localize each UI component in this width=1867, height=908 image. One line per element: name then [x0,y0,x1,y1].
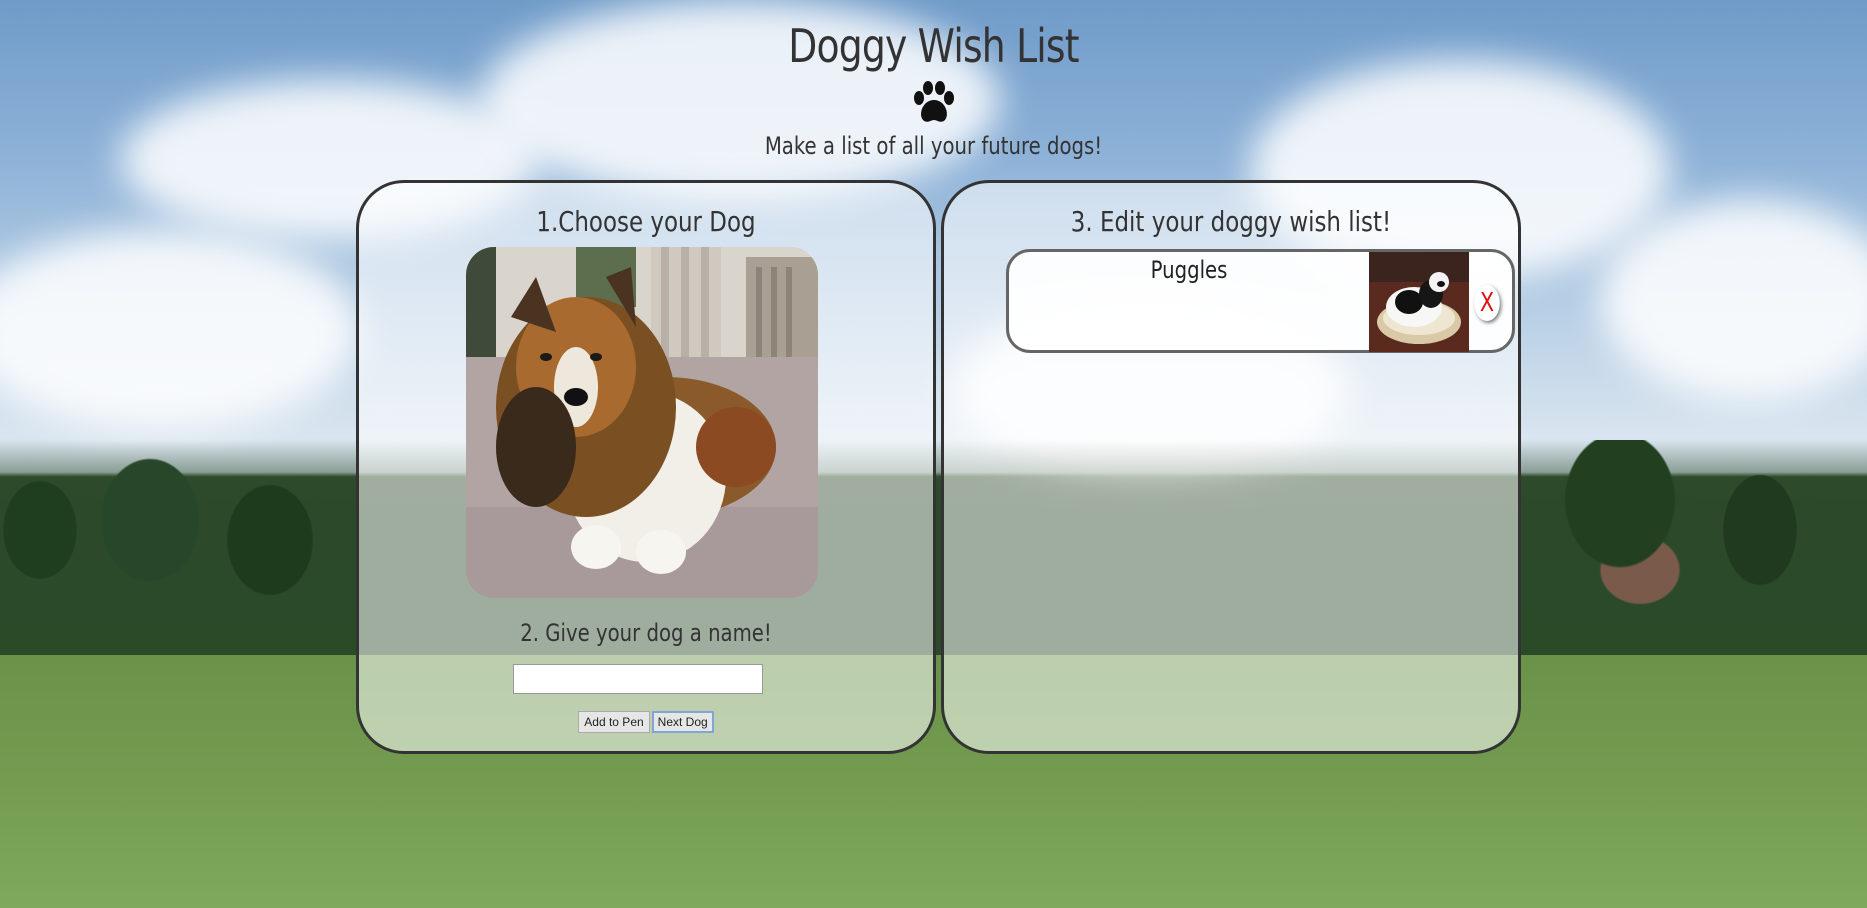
paw-icon [909,78,959,128]
page-subtitle: Make a list of all your future dogs! [764,132,1103,160]
button-row: Add to Pen Next Dog [359,711,933,733]
background-cloud [0,230,360,430]
background-cloud [1600,200,1867,400]
page-header: Doggy Wish List Make a list of all your … [0,18,1867,160]
wish-list-panel: 3. Edit your doggy wish list! Puggles X [941,180,1521,754]
wish-item-name: Puggles [1150,256,1228,284]
wish-list-item: Puggles X [1006,249,1515,353]
next-dog-button[interactable]: Next Dog [651,711,714,733]
add-to-pen-button[interactable]: Add to Pen [578,711,650,733]
choose-dog-heading: 1.Choose your Dog [536,205,756,238]
name-label: 2. Give your dog a name! [520,619,772,647]
wish-list-heading: 3. Edit your doggy wish list! [1070,205,1392,238]
remove-item-button[interactable]: X [1474,285,1500,321]
dog-name-input[interactable] [513,664,763,694]
page-title: Doggy Wish List [788,19,1079,73]
choose-dog-panel: 1.Choose your Dog 2. Give your dog a nam… [356,180,936,754]
pug-photo [1369,252,1469,352]
dog-photo[interactable] [466,247,818,598]
